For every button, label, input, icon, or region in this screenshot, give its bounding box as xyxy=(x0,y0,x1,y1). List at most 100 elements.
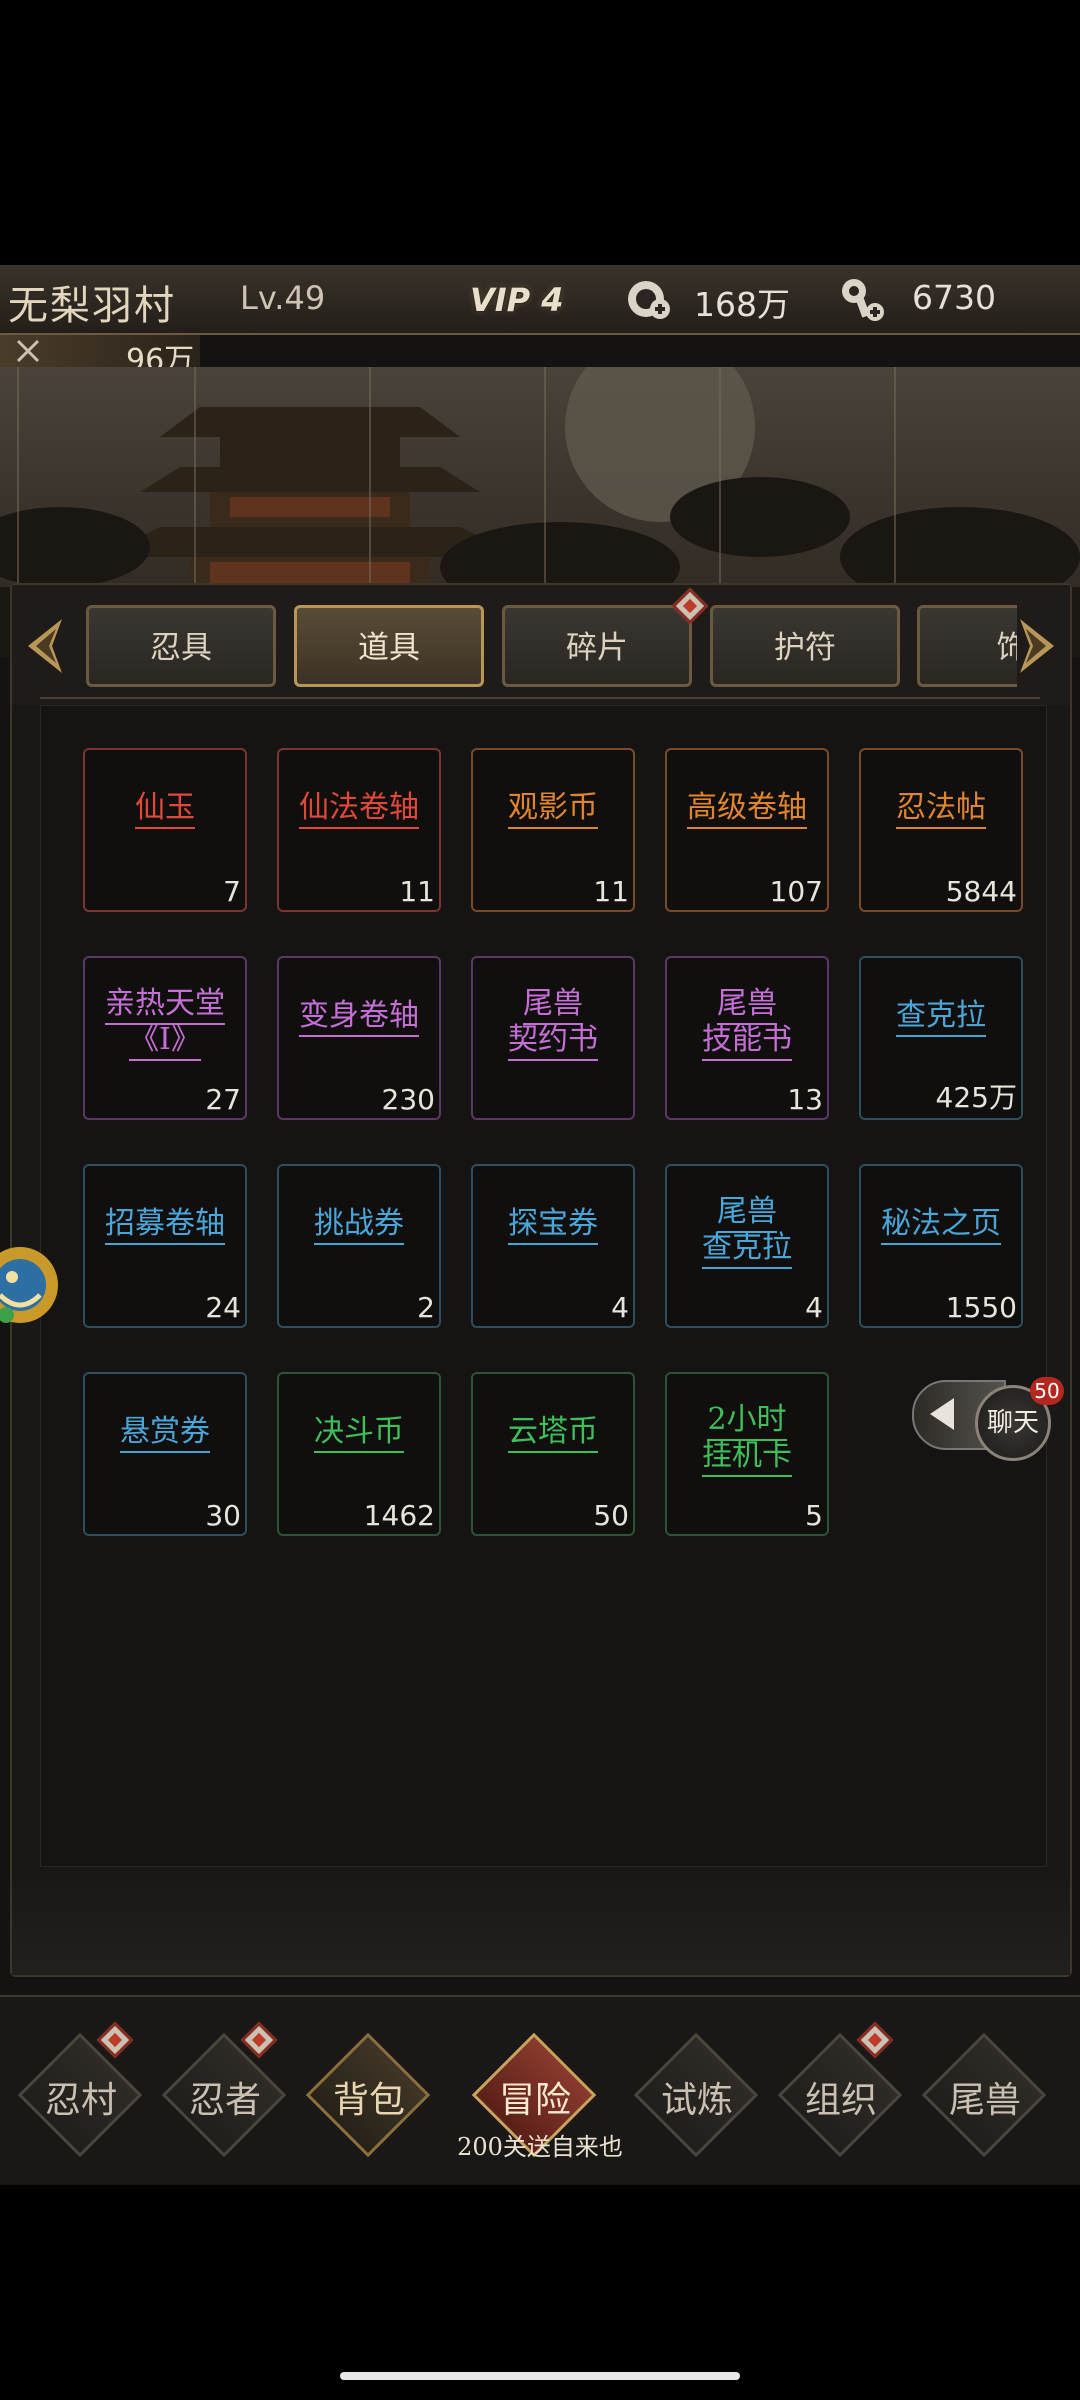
adventure-promo-text: 200关送自来也 xyxy=(457,2133,623,2161)
item-slot[interactable]: 亲热天堂 《Ⅰ》 27 xyxy=(83,956,247,1120)
nav-label: 背包 xyxy=(332,2080,405,2121)
item-name: 悬赏券 xyxy=(85,1414,245,1453)
item-slot[interactable]: 忍法帖 5844 xyxy=(859,748,1023,912)
item-count: 13 xyxy=(787,1083,823,1116)
item-slot[interactable]: 查克拉 425万 xyxy=(859,956,1023,1120)
backpack-panel: 忍具 道具 碎片 护符 饰 仙玉 7 仙法卷轴 11 观影币 11 高级卷轴 1… xyxy=(10,583,1072,1977)
bottom-nav: 忍村 忍者 背包 冒险 试炼 组织 尾兽 200关送自来也 xyxy=(0,1995,1080,2185)
item-name: 变身卷轴 xyxy=(279,998,439,1037)
village-name: 无梨羽村 xyxy=(8,283,176,329)
nav-label: 组织 xyxy=(804,2080,877,2121)
item-name: 高级卷轴 xyxy=(667,790,827,829)
coin-value: 168万 xyxy=(694,285,790,324)
item-slot[interactable]: 秘法之页 1550 xyxy=(859,1164,1023,1328)
item-name: 决斗币 xyxy=(279,1414,439,1453)
chevron-left-icon xyxy=(930,1398,954,1430)
tab-divider xyxy=(40,697,1040,699)
tab-accessories[interactable]: 饰 xyxy=(917,605,1017,687)
key-add-icon[interactable] xyxy=(838,275,886,323)
nav-label: 忍村 xyxy=(44,2080,117,2121)
nav-alert-badge xyxy=(856,2021,894,2059)
tab-prev-arrow-icon[interactable] xyxy=(22,615,66,677)
nav-label: 冒险 xyxy=(498,2080,571,2121)
tab-bar: 忍具 道具 碎片 护符 饰 xyxy=(12,585,1070,705)
item-count: 107 xyxy=(769,875,823,908)
nav-label: 尾兽 xyxy=(948,2080,1021,2121)
nav-tailed-beast[interactable]: 尾兽 xyxy=(921,2032,1047,2158)
item-count: 4 xyxy=(805,1291,823,1324)
vip-badge[interactable]: VIP 4 xyxy=(470,281,564,319)
item-name: 亲热天堂 《Ⅰ》 xyxy=(85,986,245,1061)
status-area-top xyxy=(0,0,1080,265)
item-name: 探宝券 xyxy=(473,1206,633,1245)
item-slot[interactable]: 尾兽 查克拉 4 xyxy=(665,1164,829,1328)
tab-next-arrow-icon[interactable] xyxy=(1016,615,1060,677)
item-count: 5844 xyxy=(945,875,1017,908)
item-count: 4 xyxy=(611,1291,629,1324)
item-name: 观影币 xyxy=(473,790,633,829)
tab-fragments[interactable]: 碎片 xyxy=(502,605,692,687)
item-slot[interactable]: 仙法卷轴 11 xyxy=(277,748,441,912)
nav-village[interactable]: 忍村 xyxy=(17,2021,143,2158)
top-header: 无梨羽村 Lv.49 VIP 4 168万 6730 xyxy=(0,265,1080,335)
nav-organization[interactable]: 组织 xyxy=(777,2021,903,2158)
item-slot[interactable]: 挑战券 2 xyxy=(277,1164,441,1328)
tab-ninja-gear[interactable]: 忍具 xyxy=(86,605,276,687)
item-slot[interactable]: 观影币 11 xyxy=(471,748,635,912)
item-slot[interactable]: 决斗币 1462 xyxy=(277,1372,441,1536)
panel-bottom-decoration xyxy=(12,1875,1070,1975)
tab-items[interactable]: 道具 xyxy=(294,605,484,687)
coin-add-icon[interactable] xyxy=(624,275,672,323)
item-name: 仙法卷轴 xyxy=(279,790,439,829)
home-indicator[interactable] xyxy=(340,2372,740,2380)
nav-label: 试炼 xyxy=(660,2080,733,2121)
item-count: 425万 xyxy=(935,1081,1017,1114)
tab-talismans[interactable]: 护符 xyxy=(710,605,900,687)
item-count: 2 xyxy=(417,1291,435,1324)
key-value: 6730 xyxy=(912,278,996,317)
item-count: 30 xyxy=(205,1499,241,1532)
nav-backpack[interactable]: 背包 xyxy=(305,2032,431,2158)
item-count: 5 xyxy=(805,1499,823,1532)
item-slot[interactable]: 招募卷轴 24 xyxy=(83,1164,247,1328)
item-slot[interactable]: 尾兽 技能书 13 xyxy=(665,956,829,1120)
item-name: 仙玉 xyxy=(85,790,245,829)
item-count: 11 xyxy=(399,875,435,908)
status-area-bottom xyxy=(0,2185,1080,2400)
item-name: 尾兽 技能书 xyxy=(667,986,827,1061)
item-name: 招募卷轴 xyxy=(85,1206,245,1245)
item-name: 秘法之页 xyxy=(861,1206,1021,1245)
event-avatar-icon[interactable] xyxy=(0,1225,60,1345)
item-slot[interactable]: 变身卷轴 230 xyxy=(277,956,441,1120)
tab-clip: 饰 xyxy=(917,605,1017,687)
game-screen: 无梨羽村 Lv.49 VIP 4 168万 6730 96万 忍具 道具 碎片 … xyxy=(0,265,1080,2185)
item-name: 挑战券 xyxy=(279,1206,439,1245)
chat-unread-badge: 50 xyxy=(1030,1377,1064,1405)
item-count: 1550 xyxy=(945,1291,1017,1324)
player-level: Lv.49 xyxy=(240,279,326,317)
item-name: 尾兽 查克拉 xyxy=(667,1194,827,1269)
item-slot[interactable]: 2小时 挂机卡 5 xyxy=(665,1372,829,1536)
item-count: 7 xyxy=(223,875,241,908)
item-count: 230 xyxy=(381,1083,435,1116)
item-name: 2小时 挂机卡 xyxy=(667,1402,827,1477)
crossed-swords-icon xyxy=(16,339,40,363)
item-name: 云塔币 xyxy=(473,1414,633,1453)
item-count: 50 xyxy=(593,1499,629,1532)
item-slot[interactable]: 尾兽 契约书 xyxy=(471,956,635,1120)
item-slot[interactable]: 云塔币 50 xyxy=(471,1372,635,1536)
item-name: 尾兽 契约书 xyxy=(473,986,633,1061)
item-count: 27 xyxy=(205,1083,241,1116)
nav-label: 忍者 xyxy=(188,2080,261,2121)
item-slot[interactable]: 仙玉 7 xyxy=(83,748,247,912)
item-count: 24 xyxy=(205,1291,241,1324)
nav-ninja[interactable]: 忍者 xyxy=(161,2021,287,2158)
nav-alert-badge xyxy=(96,2021,134,2059)
items-grid: 仙玉 7 仙法卷轴 11 观影币 11 高级卷轴 107 忍法帖 5844 亲热… xyxy=(40,705,1047,1867)
item-name: 查克拉 xyxy=(861,998,1021,1037)
item-slot[interactable]: 悬赏券 30 xyxy=(83,1372,247,1536)
item-count: 1462 xyxy=(363,1499,435,1532)
nav-alert-badge xyxy=(240,2021,278,2059)
item-slot[interactable]: 高级卷轴 107 xyxy=(665,748,829,912)
item-slot[interactable]: 探宝券 4 xyxy=(471,1164,635,1328)
